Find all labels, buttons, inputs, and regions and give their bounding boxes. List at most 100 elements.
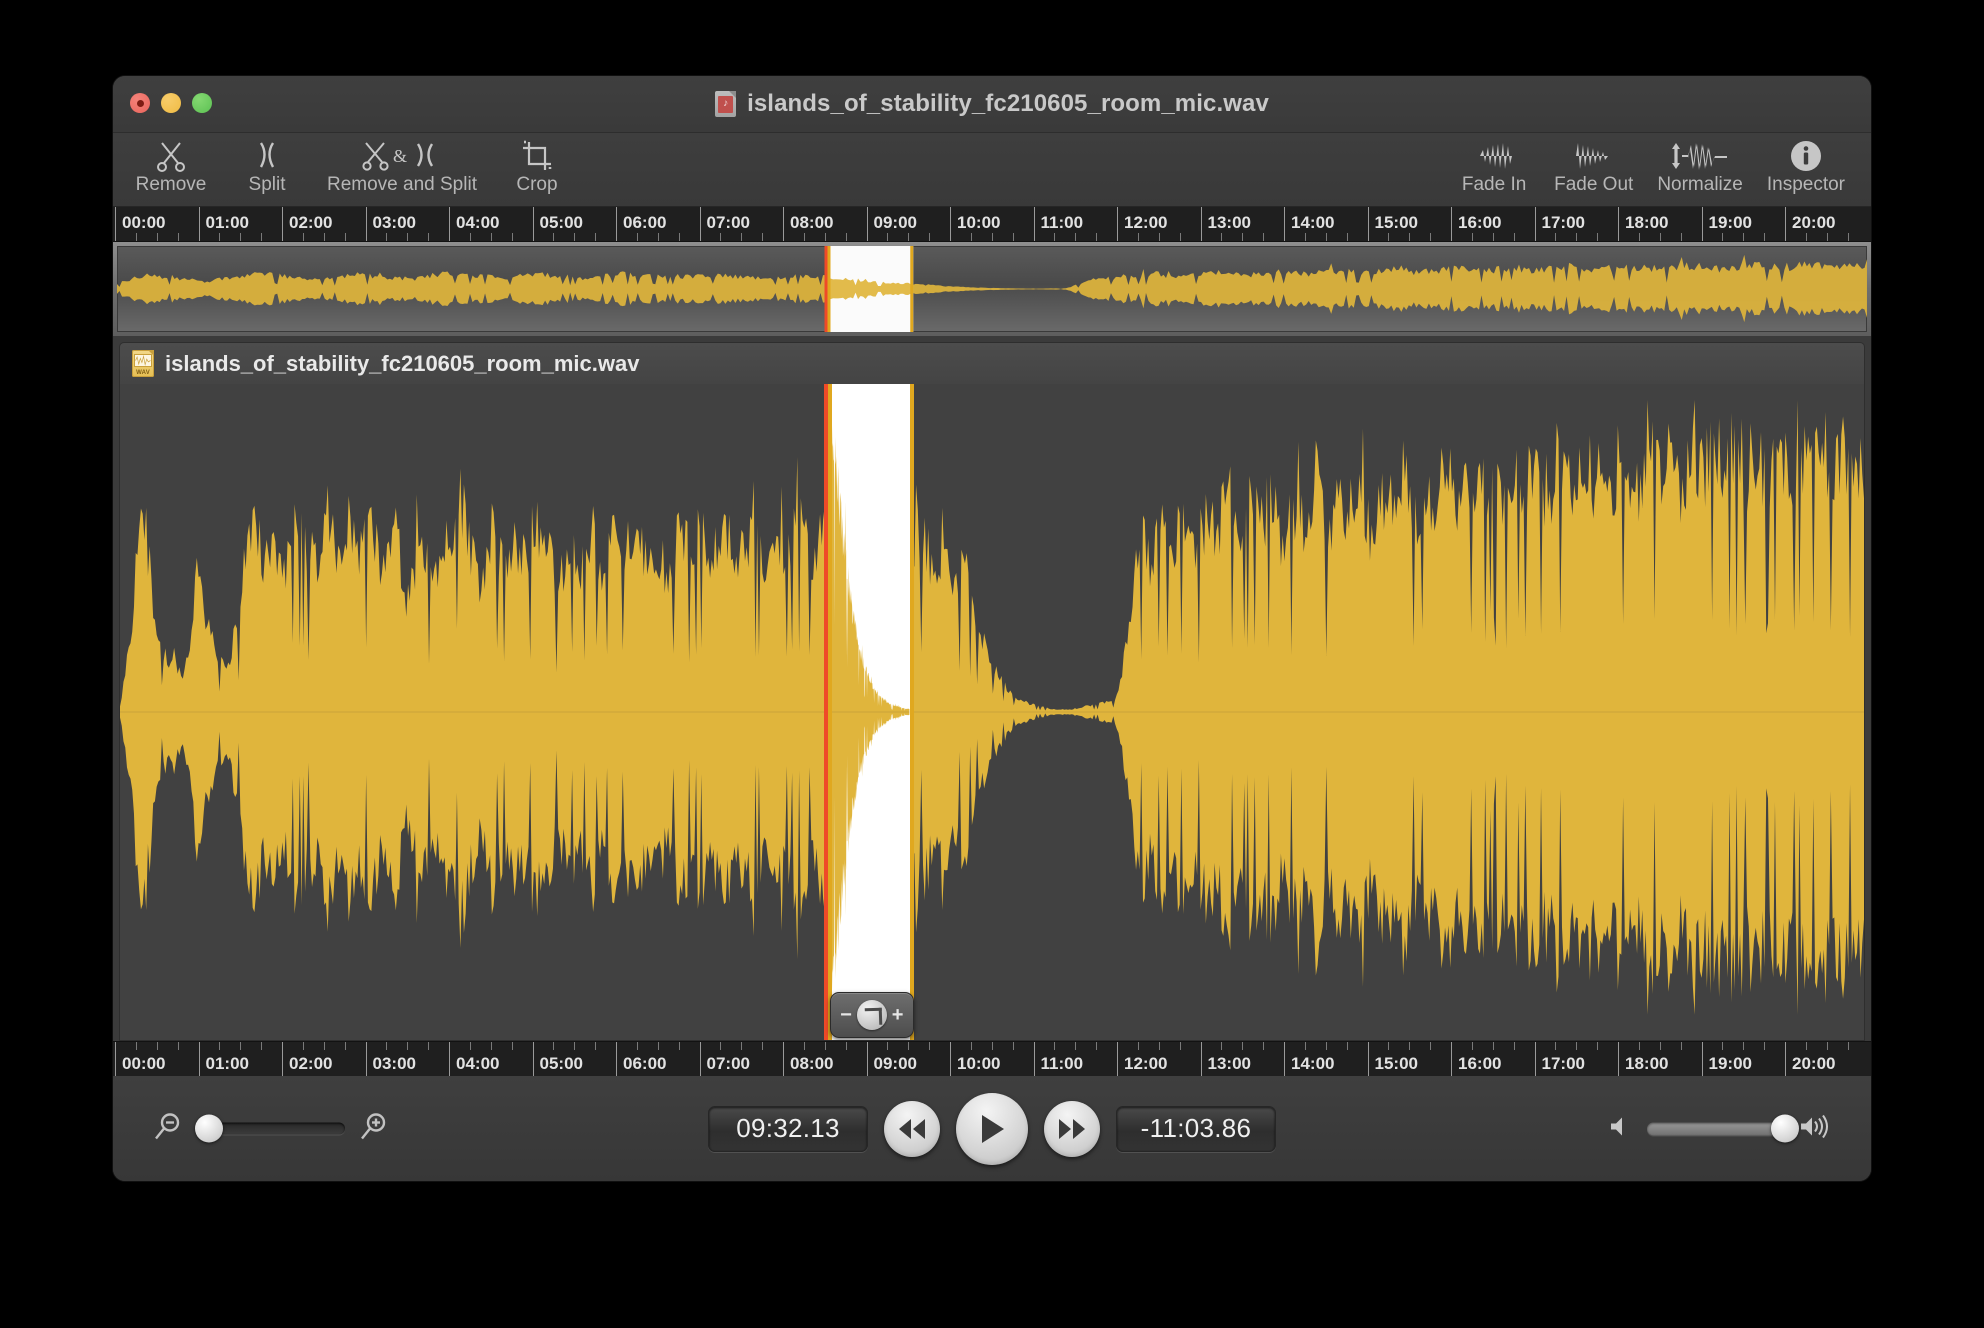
- ruler-tick-minor: [1472, 233, 1473, 241]
- ruler-tick-minor: [553, 1042, 554, 1050]
- ruler-tick-minor: [887, 1042, 888, 1050]
- ruler-label: 06:00: [623, 213, 666, 233]
- ruler-tick-minor: [386, 233, 387, 241]
- ruler-tick-minor: [324, 233, 325, 241]
- track-header[interactable]: WAV islands_of_stability_fc210605_room_m…: [119, 342, 1865, 384]
- ruler-label: 08:00: [790, 1054, 833, 1074]
- zoom-slider-knob[interactable]: [195, 1115, 223, 1143]
- overview-strip[interactable]: [113, 242, 1871, 336]
- ruler-tick-major: [700, 1042, 701, 1076]
- fade-in-button[interactable]: Fade In: [1446, 137, 1542, 196]
- ruler-label: 03:00: [373, 1054, 416, 1074]
- ruler-tick-minor: [219, 233, 220, 241]
- timeline-ruler-top[interactable]: 00:0001:0002:0003:0004:0005:0006:0007:00…: [113, 207, 1871, 242]
- ruler-tick-minor: [1263, 233, 1264, 241]
- selection-region[interactable]: [828, 384, 913, 1040]
- ruler-tick-minor: [324, 1042, 325, 1050]
- fade-out-button[interactable]: Fade Out: [1542, 137, 1645, 196]
- fade-out-label: Fade Out: [1554, 174, 1633, 196]
- ruler-tick-minor: [1180, 233, 1181, 241]
- ruler-tick-minor: [1054, 1042, 1055, 1050]
- crop-icon: [518, 137, 556, 175]
- rewind-button[interactable]: [884, 1101, 940, 1157]
- ruler-label: 15:00: [1375, 213, 1418, 233]
- inspector-button[interactable]: Inspector: [1755, 137, 1857, 196]
- normalize-button[interactable]: Normalize: [1645, 137, 1755, 196]
- fast-forward-button[interactable]: [1044, 1101, 1100, 1157]
- fade-out-waveform-icon: [1566, 137, 1622, 175]
- speaker-loud-icon[interactable]: [1799, 1113, 1833, 1144]
- selection-zoom-loupe[interactable]: − +: [830, 992, 914, 1038]
- timeline-ruler-bottom[interactable]: 00:0001:0002:0003:0004:0005:0006:0007:00…: [113, 1041, 1871, 1076]
- zoom-slider[interactable]: [197, 1123, 345, 1135]
- ruler-tick-major: [867, 207, 868, 241]
- ruler-tick-minor: [929, 233, 930, 241]
- ruler-tick-major: [1535, 1042, 1536, 1076]
- volume-slider-knob[interactable]: [1771, 1115, 1799, 1143]
- ruler-tick-major: [366, 207, 367, 241]
- ruler-tick-minor: [1806, 1042, 1807, 1050]
- ruler-tick-minor: [157, 233, 158, 241]
- ruler-tick-minor: [929, 1042, 930, 1050]
- ruler-tick-major: [1034, 207, 1035, 241]
- ruler-tick-minor: [512, 233, 513, 241]
- scissors-icon: [152, 137, 190, 175]
- ruler-tick-minor: [574, 233, 575, 241]
- ruler-tick-major: [867, 1042, 868, 1076]
- track-area: WAV islands_of_stability_fc210605_room_m…: [113, 336, 1871, 1041]
- ruler-tick-minor: [992, 233, 993, 241]
- magnifier-minus-icon[interactable]: [151, 1109, 185, 1148]
- elapsed-time-field[interactable]: 09:32.13: [708, 1106, 868, 1152]
- remaining-time-field[interactable]: -11:03.86: [1116, 1106, 1276, 1152]
- ruler-label: 00:00: [122, 1054, 165, 1074]
- wav-file-icon: WAV: [132, 350, 154, 377]
- ruler-label: 20:00: [1792, 213, 1835, 233]
- ruler-tick-minor: [762, 1042, 763, 1050]
- ruler-tick-minor: [1493, 1042, 1494, 1050]
- toolbar: Remove Split &: [113, 133, 1871, 207]
- zoom-knob-icon[interactable]: [857, 1000, 887, 1030]
- ruler-tick-minor: [1138, 233, 1139, 241]
- ruler-tick-minor: [1159, 233, 1160, 241]
- volume-slider[interactable]: [1647, 1122, 1785, 1135]
- play-button[interactable]: [956, 1093, 1028, 1165]
- ruler-tick-minor: [1743, 233, 1744, 241]
- ruler-tick-minor: [470, 1042, 471, 1050]
- ruler-tick-major: [282, 1042, 283, 1076]
- ruler-tick-minor: [345, 233, 346, 241]
- waveform-canvas[interactable]: − +: [119, 384, 1865, 1041]
- ruler-tick-minor: [1660, 1042, 1661, 1050]
- ruler-label: 20:00: [1792, 1054, 1835, 1074]
- ruler-tick-major: [616, 207, 617, 241]
- magnifier-plus-icon[interactable]: [357, 1109, 391, 1148]
- loupe-plus-label[interactable]: +: [892, 1004, 904, 1027]
- ruler-tick-minor: [1722, 1042, 1723, 1050]
- inspector-label: Inspector: [1767, 174, 1845, 196]
- ruler-tick-minor: [887, 233, 888, 241]
- ruler-tick-major: [199, 1042, 200, 1076]
- loupe-minus-label[interactable]: −: [840, 1004, 852, 1027]
- crop-button[interactable]: Crop: [489, 137, 585, 196]
- split-button[interactable]: Split: [219, 137, 315, 196]
- ruler-tick-minor: [407, 233, 408, 241]
- title-bar: ♪ islands_of_stability_fc210605_room_mic…: [113, 76, 1871, 133]
- playhead[interactable]: [824, 384, 828, 1040]
- ruler-tick-minor: [1096, 1042, 1097, 1050]
- ruler-tick-major: [115, 207, 116, 241]
- ruler-tick-major: [1451, 1042, 1452, 1076]
- ruler-tick-major: [366, 1042, 367, 1076]
- ruler-label: 13:00: [1208, 1054, 1251, 1074]
- remove-and-split-button[interactable]: & Remove and Split: [315, 137, 489, 196]
- ruler-label: 08:00: [790, 213, 833, 233]
- ruler-tick-minor: [741, 1042, 742, 1050]
- overview-waveform[interactable]: [117, 246, 1867, 332]
- ruler-tick-minor: [658, 233, 659, 241]
- ruler-tick-major: [282, 207, 283, 241]
- remove-button[interactable]: Remove: [123, 137, 219, 196]
- ruler-tick-minor: [1743, 1042, 1744, 1050]
- playback-controls: 09:32.13 -11:03.86: [708, 1093, 1276, 1165]
- ruler-tick-major: [1618, 1042, 1619, 1076]
- speaker-muted-icon[interactable]: [1607, 1113, 1633, 1144]
- ruler-tick-minor: [1493, 233, 1494, 241]
- ruler-label: 16:00: [1458, 1054, 1501, 1074]
